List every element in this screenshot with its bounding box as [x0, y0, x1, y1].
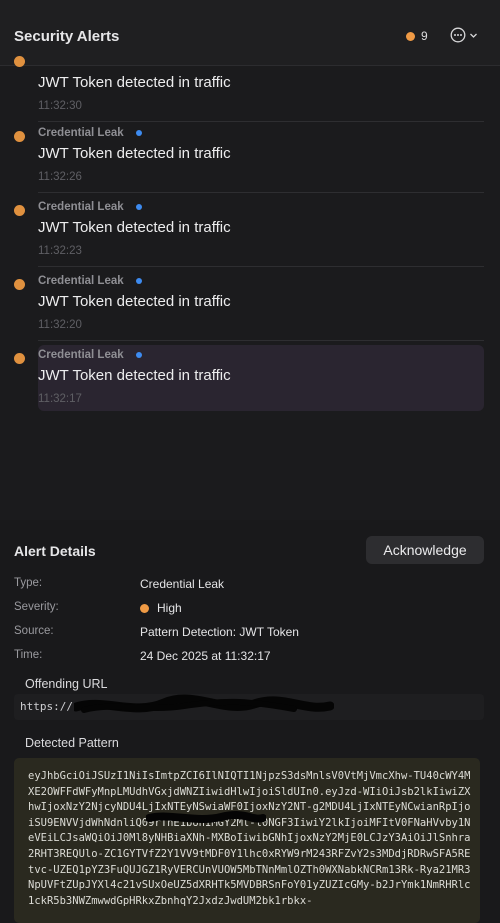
alert-item[interactable]: JWT Token detected in traffic 11:32:30	[14, 56, 484, 122]
detected-pattern-label: Detected Pattern	[25, 736, 119, 750]
detail-row-source: Source: Pattern Detection: JWT Token	[14, 625, 484, 645]
page-title: Security Alerts	[14, 28, 120, 45]
alert-time: 11:32:26	[38, 171, 82, 183]
more-options-button[interactable]	[450, 27, 478, 43]
alert-time: 11:32:17	[38, 393, 82, 405]
alert-time: 11:32:23	[38, 245, 82, 257]
detail-key: Time:	[14, 649, 43, 661]
severity-dot-icon	[14, 279, 25, 290]
ellipsis-circle-icon	[450, 27, 466, 43]
severity-dot-icon	[140, 603, 149, 613]
details-title: Alert Details	[14, 543, 96, 559]
detail-value: Credential Leak	[140, 577, 224, 591]
divider	[38, 192, 484, 193]
alert-message: JWT Token detected in traffic	[38, 145, 231, 162]
detected-pattern-text: eyJhbGciOiJSUzI1NiIsImtpZCI6IlNIQTI1Njpz…	[28, 770, 471, 907]
detail-row-severity: Severity: High	[14, 601, 484, 621]
alert-count: 9	[421, 29, 428, 43]
unread-dot-icon	[136, 352, 142, 358]
redaction-scribble	[74, 694, 334, 713]
type-value: Credential Leak	[140, 577, 225, 591]
offending-url-field[interactable]: https://	[14, 694, 484, 720]
unread-dot-icon	[136, 278, 142, 284]
detail-key: Severity:	[14, 601, 59, 613]
alert-message: JWT Token detected in traffic	[38, 219, 231, 236]
severity-value: High	[157, 601, 182, 615]
alert-body: Credential Leak JWT Token detected in tr…	[38, 345, 484, 411]
alert-category: Credential Leak	[38, 275, 124, 287]
chevron-down-icon	[470, 33, 477, 38]
detail-value: High	[140, 601, 182, 615]
severity-dot-icon	[14, 205, 25, 216]
acknowledge-button[interactable]: Acknowledge	[366, 536, 484, 564]
unread-dot-icon	[136, 204, 142, 210]
severity-dot-icon	[14, 353, 25, 364]
alert-time: 11:32:20	[38, 319, 82, 331]
alert-count-badge: 9	[406, 29, 428, 43]
alert-category: Credential Leak	[38, 349, 124, 361]
unread-dot-icon	[136, 130, 142, 136]
alert-details-panel: Alert Details Acknowledge Type: Credenti…	[0, 520, 500, 923]
divider	[38, 340, 484, 341]
detail-row-time: Time: 24 Dec 2025 at 11:32:17	[14, 649, 484, 669]
alert-body: JWT Token detected in traffic 11:32:30	[38, 56, 484, 122]
divider	[38, 266, 484, 267]
alert-item-selected[interactable]: Credential Leak JWT Token detected in tr…	[14, 345, 484, 415]
offending-url-value: https://	[20, 700, 73, 713]
alert-item[interactable]: Credential Leak JWT Token detected in tr…	[14, 127, 484, 193]
source-value: Pattern Detection: JWT Token	[140, 625, 299, 639]
detail-value: Pattern Detection: JWT Token	[140, 625, 299, 639]
divider	[38, 121, 484, 122]
alert-time: 11:32:30	[38, 100, 82, 112]
detail-key: Type:	[14, 577, 43, 589]
alert-body: Credential Leak JWT Token detected in tr…	[38, 275, 484, 341]
alert-item[interactable]: Credential Leak JWT Token detected in tr…	[14, 201, 484, 267]
alerts-list: JWT Token detected in traffic 11:32:30 C…	[0, 56, 500, 516]
severity-dot-icon	[406, 31, 415, 41]
alert-category: Credential Leak	[38, 201, 124, 213]
alert-message: JWT Token detected in traffic	[38, 367, 231, 384]
alert-body: Credential Leak JWT Token detected in tr…	[38, 127, 484, 193]
detected-pattern-box[interactable]: eyJhbGciOiJSUzI1NiIsImtpZCI6IlNIQTI1Njpz…	[14, 758, 480, 923]
time-value: 24 Dec 2025 at 11:32:17	[140, 649, 271, 663]
severity-dot-icon	[14, 56, 25, 67]
alert-message: JWT Token detected in traffic	[38, 74, 231, 91]
detail-key: Source:	[14, 625, 54, 637]
detail-value: 24 Dec 2025 at 11:32:17	[140, 649, 271, 663]
offending-url-label: Offending URL	[25, 677, 108, 691]
detail-row-type: Type: Credential Leak	[14, 577, 484, 597]
alert-message: JWT Token detected in traffic	[38, 293, 231, 310]
redaction-scribble	[146, 811, 266, 823]
alert-category: Credential Leak	[38, 127, 124, 139]
alert-body: Credential Leak JWT Token detected in tr…	[38, 201, 484, 267]
severity-dot-icon	[14, 131, 25, 142]
alert-item[interactable]: Credential Leak JWT Token detected in tr…	[14, 275, 484, 341]
